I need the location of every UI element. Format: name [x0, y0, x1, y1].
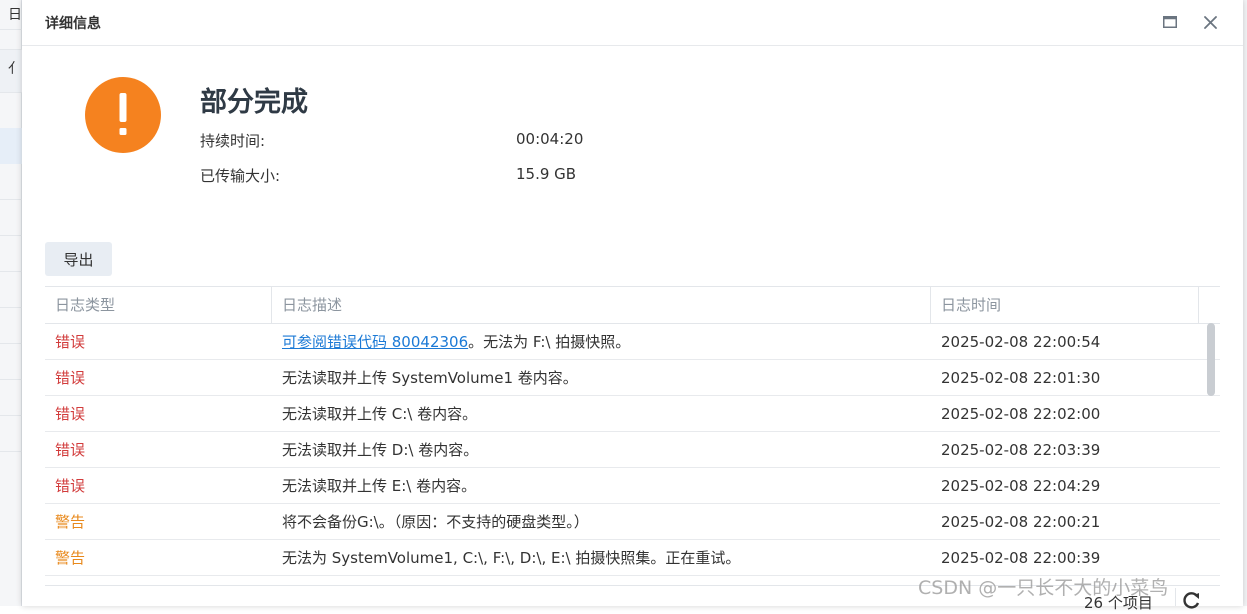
log-description-text: 将不会备份G:\。（原因：不支持的硬盘类型。） [282, 513, 589, 531]
log-time-cell: 2025-02-08 22:00:21 [941, 513, 1101, 531]
background-right-edge [1243, 0, 1247, 606]
table-row[interactable]: 警告 将不会备份G:\。（原因：不支持的硬盘类型。） 2025-02-08 22:0… [45, 504, 1220, 540]
log-description-cell: 无法读取并上传 C:\ 卷内容。 [272, 396, 931, 432]
log-description-cell: 将不会备份G:\。（原因：不支持的硬盘类型。） [272, 504, 931, 540]
close-icon [1203, 15, 1217, 29]
log-type-cell: 警告 [55, 549, 86, 567]
log-description-text: 无法为 SystemVolume1, C:\, F:\, D:\, E:\ 拍摄… [282, 549, 741, 567]
background-label: 日 [8, 7, 22, 23]
close-button[interactable] [1200, 12, 1220, 32]
log-time-cell: 2025-02-08 22:00:54 [941, 333, 1101, 351]
export-button[interactable]: 导出 [45, 242, 112, 276]
log-type-cell: 错误 [55, 369, 86, 387]
column-header-log-time[interactable]: 日志时间 [931, 287, 1199, 324]
background-row [0, 30, 22, 50]
log-description-cell: 无法读取并上传 E:\ 卷内容。 [272, 468, 931, 504]
log-type-cell: 错误 [55, 405, 86, 423]
duration-value: 00:04:20 [516, 130, 584, 148]
dialog-title: 详细信息 [45, 16, 101, 32]
background-row [0, 416, 22, 452]
maximize-icon [1163, 16, 1177, 28]
background-app: 日 亻 [0, 0, 22, 606]
table-row[interactable]: 错误 可参阅错误代码 80042306。无法为 F:\ 拍摄快照。 2025-02-… [45, 324, 1220, 360]
exclamation-icon [85, 77, 161, 153]
scrollbar-thumb[interactable] [1207, 323, 1215, 396]
transferred-size-label: 已传输大小: [200, 167, 281, 185]
background-label: 亻 [8, 61, 22, 77]
status-title: 部分完成 [200, 87, 308, 118]
log-time-cell: 2025-02-08 22:03:39 [941, 441, 1101, 459]
table-row[interactable]: 错误 无法读取并上传 C:\ 卷内容。 2025-02-08 22:02:00 [45, 396, 1220, 432]
log-type-cell: 错误 [55, 477, 86, 495]
column-header-log-type[interactable]: 日志类型 [45, 287, 272, 324]
log-description-cell: 无法读取并上传 SystemVolume1 卷内容。 [272, 360, 931, 396]
background-row [0, 200, 22, 236]
footer-separator [1175, 588, 1176, 606]
log-description-text: 无法读取并上传 SystemVolume1 卷内容。 [282, 369, 578, 387]
log-description-text: 无法读取并上传 E:\ 卷内容。 [282, 477, 477, 495]
log-table-body: 错误 可参阅错误代码 80042306。无法为 F:\ 拍摄快照。 2025-02-… [45, 324, 1220, 576]
log-description-text: 无法读取并上传 D:\ 卷内容。 [282, 441, 479, 459]
maximize-button[interactable] [1160, 12, 1180, 32]
transferred-size-value: 15.9 GB [516, 165, 577, 183]
log-description-text: 无法读取并上传 C:\ 卷内容。 [282, 405, 478, 423]
exclamation-glyph [119, 93, 127, 135]
log-time-cell: 2025-02-08 22:04:29 [941, 477, 1101, 495]
error-code-link[interactable]: 可参阅错误代码 80042306 [282, 333, 468, 351]
log-description-text: 。无法为 F:\ 拍摄快照。 [468, 333, 631, 351]
log-type-cell: 错误 [55, 333, 86, 351]
refresh-button[interactable] [1182, 590, 1204, 609]
table-row[interactable]: 错误 无法读取并上传 E:\ 卷内容。 2025-02-08 22:04:29 [45, 468, 1220, 504]
column-header-log-description[interactable]: 日志描述 [272, 287, 931, 324]
log-time-cell: 2025-02-08 22:02:00 [941, 405, 1101, 423]
table-row[interactable]: 错误 无法读取并上传 D:\ 卷内容。 2025-02-08 22:03:39 [45, 432, 1220, 468]
table-row[interactable]: 警告 无法为 SystemVolume1, C:\, F:\, D:\, E:\ … [45, 540, 1220, 576]
watermark: CSDN @一只长不大的小菜鸟 [918, 577, 1169, 599]
log-type-cell: 错误 [55, 441, 86, 459]
table-row[interactable]: 错误 无法读取并上传 SystemVolume1 卷内容。 2025-02-08 2… [45, 360, 1220, 396]
log-type-cell: 警告 [55, 513, 86, 531]
background-row [0, 164, 22, 200]
background-row [0, 344, 22, 380]
background-row [0, 380, 22, 416]
refresh-icon [1183, 592, 1200, 609]
details-dialog: 详细信息 部分完成 持续时间: 00:04:20 已传输大小: 15.9 GB … [22, 0, 1243, 612]
log-table-header: 日志类型 日志描述 日志时间 [45, 287, 1220, 324]
log-time-cell: 2025-02-08 22:01:30 [941, 369, 1101, 387]
background-selected-row [0, 128, 22, 164]
dialog-titlebar: 详细信息 [22, 0, 1243, 46]
background-row [0, 236, 22, 272]
log-description-cell: 无法读取并上传 D:\ 卷内容。 [272, 432, 931, 468]
column-header-spacer [1199, 287, 1220, 324]
log-time-cell: 2025-02-08 22:00:39 [941, 549, 1101, 567]
background-row [0, 272, 22, 308]
log-table: 日志类型 日志描述 日志时间 错误 可参阅错误代码 80042306。无法为 F:… [45, 286, 1220, 576]
background-row [0, 308, 22, 344]
log-description-cell: 可参阅错误代码 80042306。无法为 F:\ 拍摄快照。 [272, 324, 931, 360]
log-description-cell: 无法为 SystemVolume1, C:\, F:\, D:\, E:\ 拍摄… [272, 540, 931, 576]
duration-label: 持续时间: [200, 132, 266, 150]
